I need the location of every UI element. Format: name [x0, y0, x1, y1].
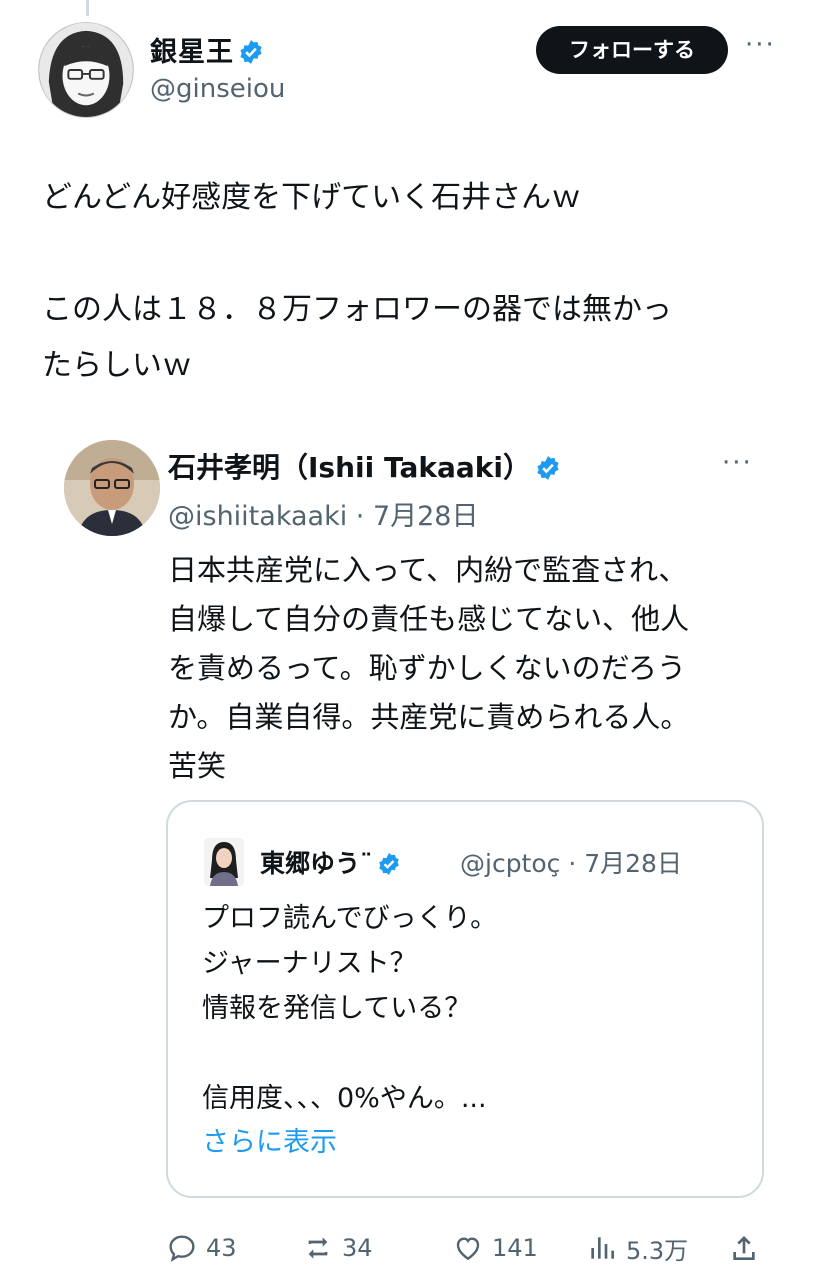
reply-button[interactable]: 43: [166, 1228, 237, 1268]
quoted-avatar-drawing: [64, 440, 160, 536]
quoted-author-name[interactable]: 石井孝明（Ishii Takaaki）: [168, 446, 561, 486]
author-name-text: 銀星王: [150, 37, 234, 68]
nested-avatar-drawing: [204, 838, 244, 886]
follow-button[interactable]: フォローする: [536, 26, 728, 74]
reply-icon: [169, 1235, 195, 1262]
author-avatar[interactable]: [38, 22, 134, 118]
reply-count: 43: [206, 1234, 237, 1262]
nested-author-name: 東郷ゆう¨: [260, 844, 401, 880]
nested-quote-card[interactable]: 東郷ゆう¨ @jcptoç · 7月28日 プロフ読んでびっくり。 ジャーナリス…: [166, 800, 764, 1198]
repost-icon: [308, 1237, 328, 1259]
verified-badge-icon: [378, 853, 399, 875]
show-more-link[interactable]: さらに表示: [202, 1120, 337, 1159]
quoted-author-avatar[interactable]: [64, 440, 160, 536]
nested-author-name-text: 東郷ゆう¨: [260, 849, 373, 878]
share-button[interactable]: [728, 1228, 768, 1268]
nested-author-avatar: [204, 838, 244, 886]
author-display-name[interactable]: 銀星王: [150, 30, 264, 69]
quoted-more-options-icon[interactable]: ···: [722, 448, 753, 478]
nested-handle-date: @jcptoç · 7月28日: [460, 849, 682, 878]
heart-icon: [456, 1237, 480, 1261]
views-button[interactable]: 5.3万: [586, 1228, 688, 1268]
verified-badge-icon: [240, 40, 262, 64]
repost-button[interactable]: 34: [302, 1228, 373, 1268]
like-count: 141: [492, 1234, 538, 1262]
quoted-handle-date[interactable]: @ishiitakaaki · 7月28日: [168, 494, 479, 533]
action-bar: 43 34 141 5.3万: [166, 1228, 766, 1268]
tweet-text: どんどん好感度を下げていく石井さんｗ この人は１８．８万フォロワーの器では無かっ…: [42, 180, 672, 383]
verified-badge-icon: [537, 456, 559, 480]
like-button[interactable]: 141: [452, 1228, 538, 1268]
thread-connector-line: [86, 0, 89, 16]
share-icon: [733, 1236, 755, 1260]
more-options-icon[interactable]: ···: [745, 30, 776, 60]
analytics-icon: [591, 1237, 614, 1259]
author-handle[interactable]: @ginseiou: [150, 74, 285, 104]
author-avatar-drawing: [39, 23, 133, 117]
quoted-tweet-text: 日本共産党に入って、内紛で監査され、 自爆して自分の責任も感じてない、他人 を責…: [168, 553, 690, 783]
quoted-author-name-text: 石井孝明（Ishii Takaaki）: [168, 451, 531, 484]
nested-quote-text: プロフ読んでびっくり。 ジャーナリスト？ 情報を発信している？ 信用度、、、0%…: [202, 903, 498, 1114]
repost-count: 34: [342, 1234, 373, 1262]
views-count: 5.3万: [626, 1236, 689, 1265]
